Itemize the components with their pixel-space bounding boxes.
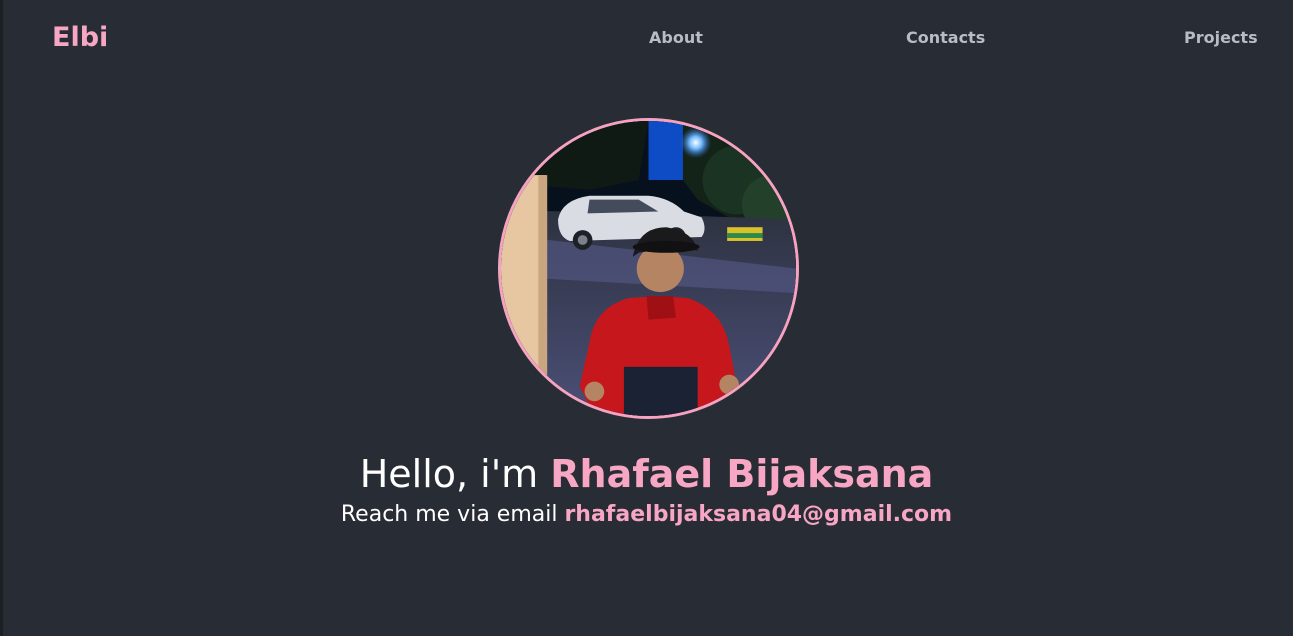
profile-avatar [498,118,799,419]
profile-photo [501,121,796,416]
contact-prefix: Reach me via email [340,502,565,527]
brand-logo[interactable]: Elbi [52,19,108,57]
nav-link-about[interactable]: About [649,28,703,48]
nav-link-projects[interactable]: Projects [1184,28,1258,48]
navbar: Elbi About Contacts Projects [0,0,1293,78]
hero-headline: Hello, i'm Rhafael Bijaksana [0,448,1293,500]
window-edge [0,0,3,636]
hero-name: Rhafael Bijaksana [550,452,934,496]
nav-link-contacts[interactable]: Contacts [906,28,985,48]
email-link[interactable]: rhafaelbijaksana04@gmail.com [564,502,952,527]
greeting-text: Hello, i'm [359,452,551,496]
hero-section: Hello, i'm Rhafael Bijaksana Reach me vi… [0,448,1293,530]
contact-line: Reach me via email rhafaelbijaksana04@gm… [0,500,1293,530]
